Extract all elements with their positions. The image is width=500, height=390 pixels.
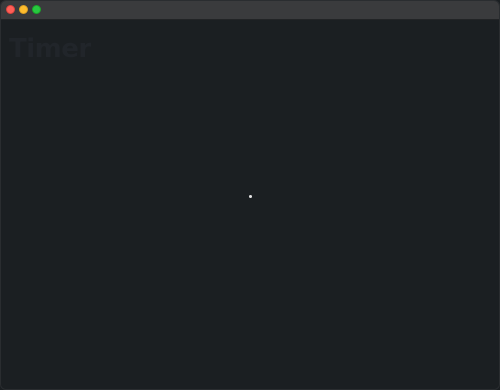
minimize-icon[interactable]: [19, 5, 28, 14]
cursor-dot-icon: [249, 195, 252, 198]
window-titlebar[interactable]: [1, 1, 499, 20]
faint-title: Timer: [9, 34, 91, 64]
window-content: Timer: [1, 20, 499, 389]
zoom-icon[interactable]: [32, 5, 41, 14]
close-icon[interactable]: [6, 5, 15, 14]
app-window: Timer: [0, 0, 500, 390]
